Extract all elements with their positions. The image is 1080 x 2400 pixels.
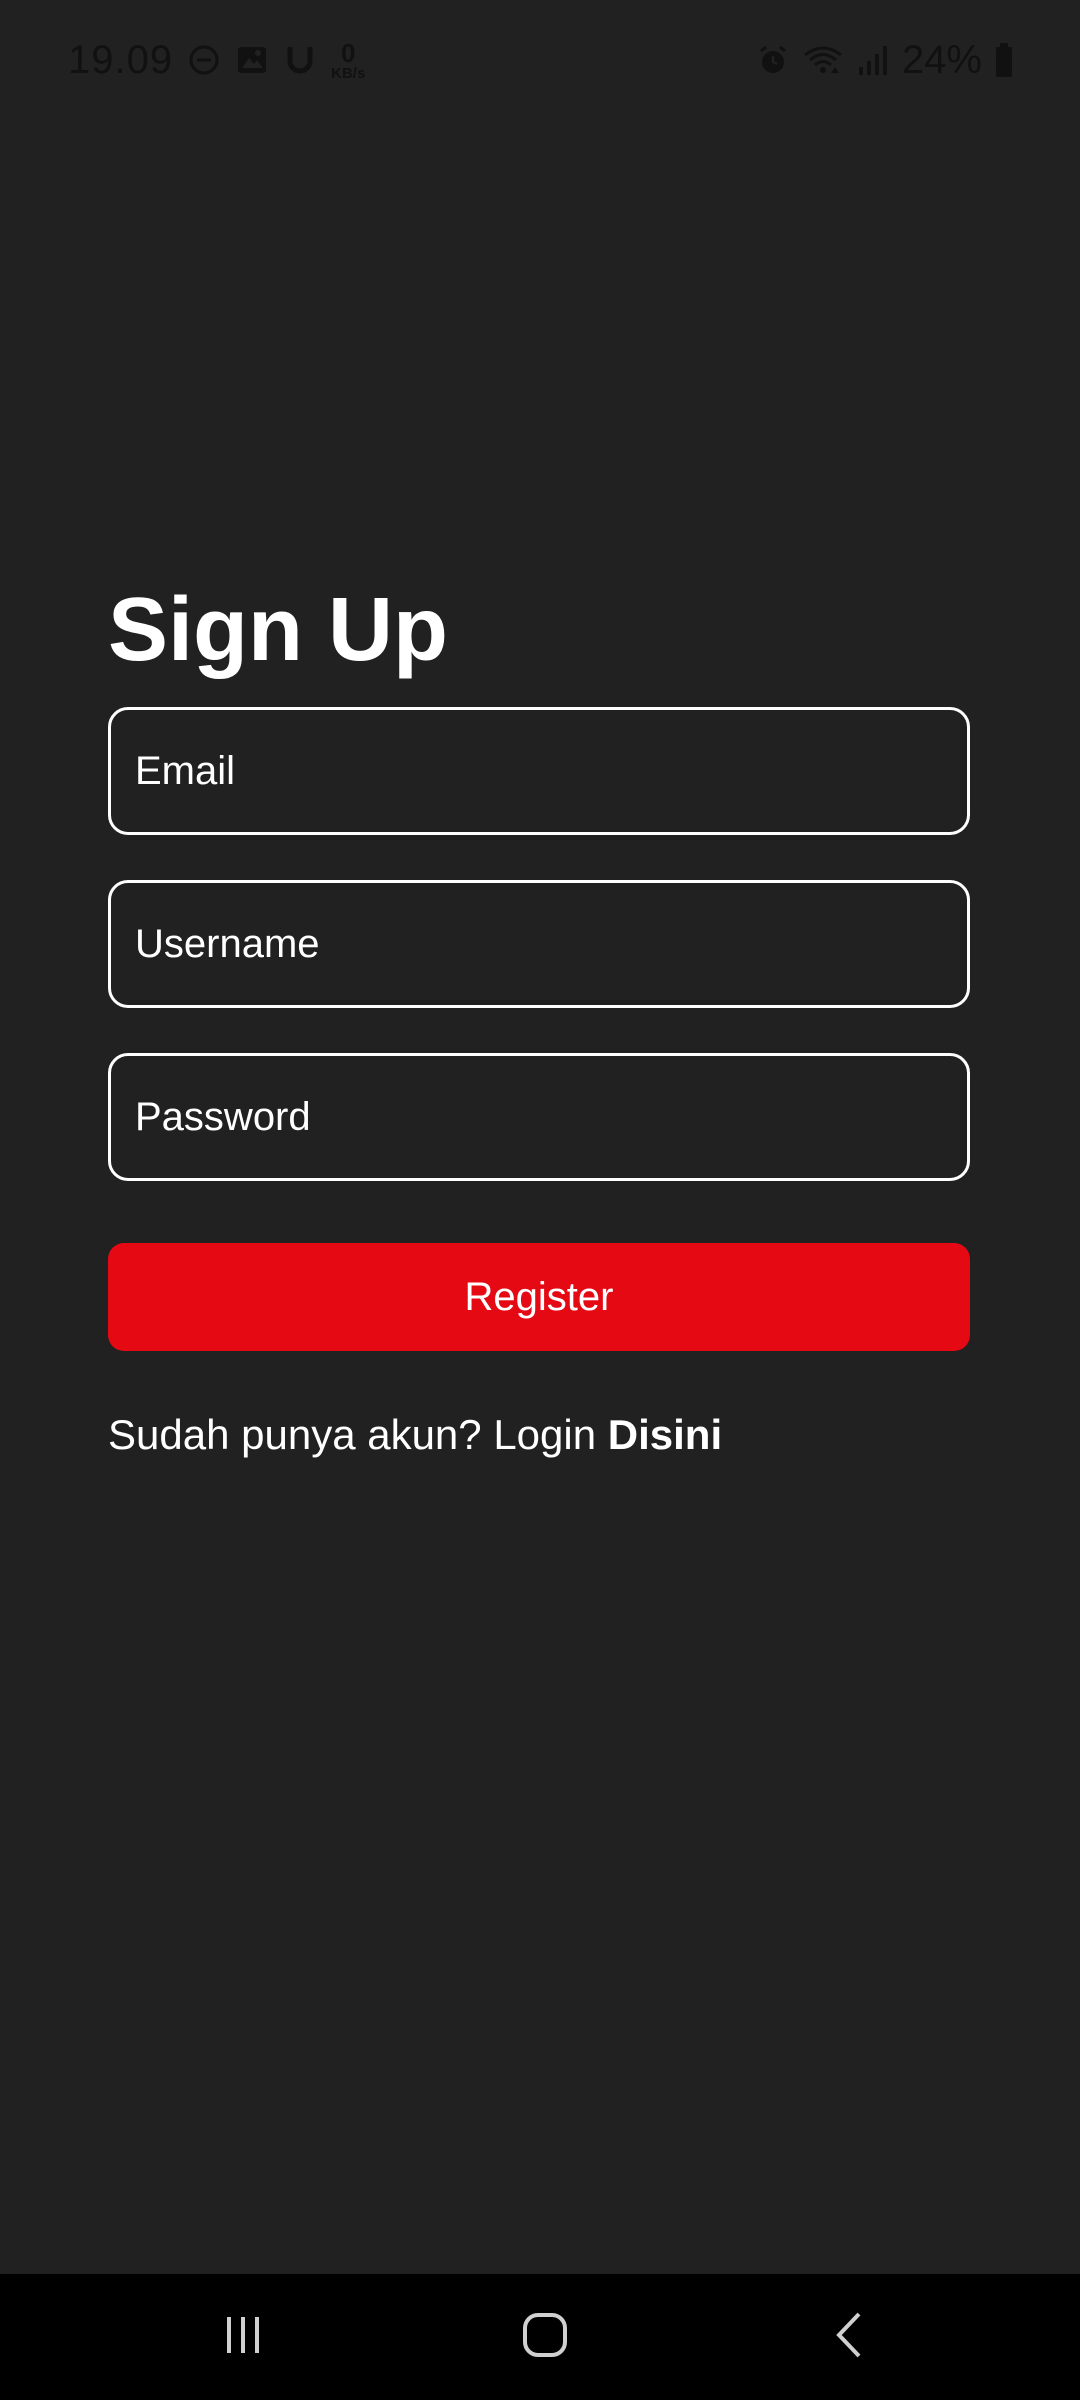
gallery-icon <box>235 43 269 77</box>
recent-apps-button[interactable] <box>198 2297 288 2377</box>
email-field[interactable] <box>108 707 970 835</box>
network-speed-value: 0 <box>340 37 356 68</box>
register-button[interactable]: Register <box>108 1243 970 1351</box>
login-prompt: Sudah punya akun? Login Disini <box>108 1405 722 1465</box>
status-bar: 19.09 0 KB/s 24% <box>0 0 1080 120</box>
alarm-icon <box>756 43 790 77</box>
back-button[interactable] <box>804 2297 894 2377</box>
status-right: 24% <box>756 30 1014 90</box>
wifi-icon <box>802 43 844 77</box>
login-link[interactable]: Disini <box>608 1411 722 1458</box>
dnd-icon <box>187 43 221 77</box>
u-icon <box>283 43 317 77</box>
home-icon <box>521 2311 569 2364</box>
signal-icon <box>856 43 890 77</box>
network-speed-unit: KB/s <box>331 64 366 82</box>
password-field[interactable] <box>108 1053 970 1181</box>
status-left: 19.09 0 KB/s <box>68 30 365 90</box>
login-prompt-text: Sudah punya akun? Login <box>108 1411 597 1458</box>
page-title: Sign Up <box>108 580 448 680</box>
status-time: 19.09 <box>68 37 174 82</box>
back-icon <box>829 2310 869 2365</box>
network-speed: 0 KB/s <box>331 40 365 81</box>
battery-icon <box>994 42 1014 78</box>
home-button[interactable] <box>500 2297 590 2377</box>
recent-apps-icon <box>221 2313 265 2362</box>
battery-percent: 24% <box>901 37 982 82</box>
username-field[interactable] <box>108 880 970 1008</box>
navigation-bar <box>0 2274 1080 2400</box>
